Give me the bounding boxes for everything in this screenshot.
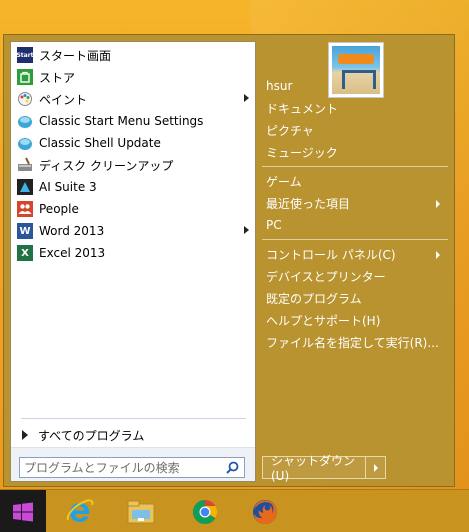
- menu-item-label: 最近使った項目: [266, 196, 351, 211]
- separator: [262, 166, 448, 167]
- menu-item-paint[interactable]: ペイント: [11, 88, 255, 110]
- menu-item-label: ストア: [39, 70, 76, 85]
- menu-item-store[interactable]: ストア: [11, 66, 255, 88]
- menu-item-ai-suite[interactable]: AI Suite 3: [11, 176, 255, 198]
- menu-item-excel[interactable]: X Excel 2013: [11, 242, 255, 264]
- user-avatar[interactable]: [328, 42, 384, 98]
- menu-item-label: ファイル名を指定して実行(R)...: [266, 335, 439, 350]
- internet-explorer-icon: [66, 499, 94, 522]
- menu-item-label: AI Suite 3: [39, 180, 97, 194]
- word-icon: W: [17, 223, 33, 239]
- firefox-icon: [253, 500, 277, 524]
- menu-item-start-screen[interactable]: Start スタート画面: [11, 44, 255, 66]
- file-explorer-button[interactable]: [125, 496, 157, 528]
- people-icon: [17, 201, 33, 217]
- program-list-pane: Start スタート画面 ストア ペイント Classic Start Menu…: [10, 41, 256, 482]
- menu-item-help-support[interactable]: ヘルプとサポート(H): [266, 310, 380, 330]
- start-button[interactable]: [0, 490, 46, 532]
- shutdown-label: シャットダウン(U): [271, 454, 356, 483]
- search-area: プログラムとファイルの検索: [11, 447, 255, 481]
- menu-item-label: コントロール パネル(C): [266, 247, 396, 262]
- file-explorer-icon: [127, 500, 155, 524]
- taskbar: [0, 489, 469, 532]
- menu-item-label: ミュージック: [266, 145, 338, 160]
- menu-item-label: Excel 2013: [39, 246, 106, 260]
- user-name: hsur: [266, 79, 293, 93]
- menu-item-run[interactable]: ファイル名を指定して実行(R)...: [266, 332, 439, 352]
- menu-item-documents[interactable]: ドキュメント: [266, 98, 338, 118]
- menu-item-music[interactable]: ミュージック: [266, 142, 338, 162]
- user-picture: [332, 46, 380, 94]
- classic-shell-icon: [17, 113, 33, 129]
- paint-icon: [17, 91, 33, 107]
- ai-suite-icon: [17, 179, 33, 195]
- menu-item-pictures[interactable]: ピクチャ: [266, 120, 314, 140]
- search-input[interactable]: プログラムとファイルの検索: [19, 457, 245, 478]
- menu-item-classic-shell-update[interactable]: Classic Shell Update: [11, 132, 255, 154]
- menu-item-devices-printers[interactable]: デバイスとプリンター: [266, 266, 386, 286]
- menu-item-classic-start-menu-settings[interactable]: Classic Start Menu Settings: [11, 110, 255, 132]
- menu-item-label: Classic Shell Update: [39, 136, 161, 150]
- menu-item-control-panel[interactable]: コントロール パネル(C): [266, 244, 396, 264]
- menu-item-user-folder[interactable]: hsur: [266, 76, 292, 96]
- classic-shell-icon: [17, 135, 33, 151]
- menu-item-label: Classic Start Menu Settings: [39, 114, 204, 128]
- all-programs-button[interactable]: すべてのプログラム: [11, 424, 255, 446]
- chrome-icon: [192, 500, 218, 525]
- menu-item-label: 既定のプログラム: [266, 291, 362, 306]
- submenu-arrow-icon: [436, 200, 440, 208]
- search-placeholder: プログラムとファイルの検索: [24, 461, 180, 475]
- menu-item-label: スタート画面: [39, 48, 112, 63]
- menu-item-games[interactable]: ゲーム: [266, 171, 302, 191]
- menu-item-default-programs[interactable]: 既定のプログラム: [266, 288, 362, 308]
- menu-item-label: People: [39, 202, 79, 216]
- menu-item-disk-cleanup[interactable]: ディスク クリーンアップ: [11, 154, 255, 176]
- menu-item-label: デバイスとプリンター: [266, 269, 386, 284]
- submenu-arrow-icon: [244, 226, 249, 234]
- start-menu: Start スタート画面 ストア ペイント Classic Start Menu…: [3, 34, 455, 487]
- separator: [21, 418, 246, 419]
- menu-item-label: ヘルプとサポート(H): [266, 313, 381, 328]
- menu-item-pc[interactable]: PC: [266, 215, 282, 235]
- firefox-button[interactable]: [249, 496, 281, 528]
- windows-start-icon: [13, 502, 33, 521]
- excel-icon: X: [17, 245, 33, 261]
- disk-cleanup-icon: [17, 157, 33, 173]
- menu-item-label: PC: [266, 218, 282, 232]
- all-programs-label: すべてのプログラム: [38, 428, 145, 443]
- store-icon: [17, 69, 33, 85]
- search-icon[interactable]: [226, 461, 239, 474]
- chrome-button[interactable]: [189, 496, 221, 528]
- start-screen-icon: Start: [16, 47, 34, 63]
- submenu-arrow-icon: [436, 251, 440, 259]
- expand-arrow-icon: [22, 430, 28, 440]
- menu-item-recent-items[interactable]: 最近使った項目: [266, 193, 350, 213]
- separator: [262, 239, 448, 240]
- menu-item-label: ディスク クリーンアップ: [39, 158, 174, 173]
- menu-item-label: Word 2013: [39, 224, 105, 238]
- menu-item-label: ドキュメント: [266, 101, 339, 116]
- shutdown-options-button[interactable]: [366, 456, 386, 479]
- menu-item-label: ゲーム: [266, 174, 302, 189]
- menu-item-word[interactable]: W Word 2013: [11, 220, 255, 242]
- internet-explorer-button[interactable]: [64, 496, 96, 528]
- submenu-arrow-icon: [244, 94, 249, 102]
- menu-item-people[interactable]: People: [11, 198, 255, 220]
- menu-item-label: ペイント: [39, 92, 88, 107]
- menu-item-label: ピクチャ: [266, 123, 314, 138]
- chevron-right-icon: [373, 463, 378, 472]
- shutdown-button[interactable]: シャットダウン(U): [262, 454, 366, 483]
